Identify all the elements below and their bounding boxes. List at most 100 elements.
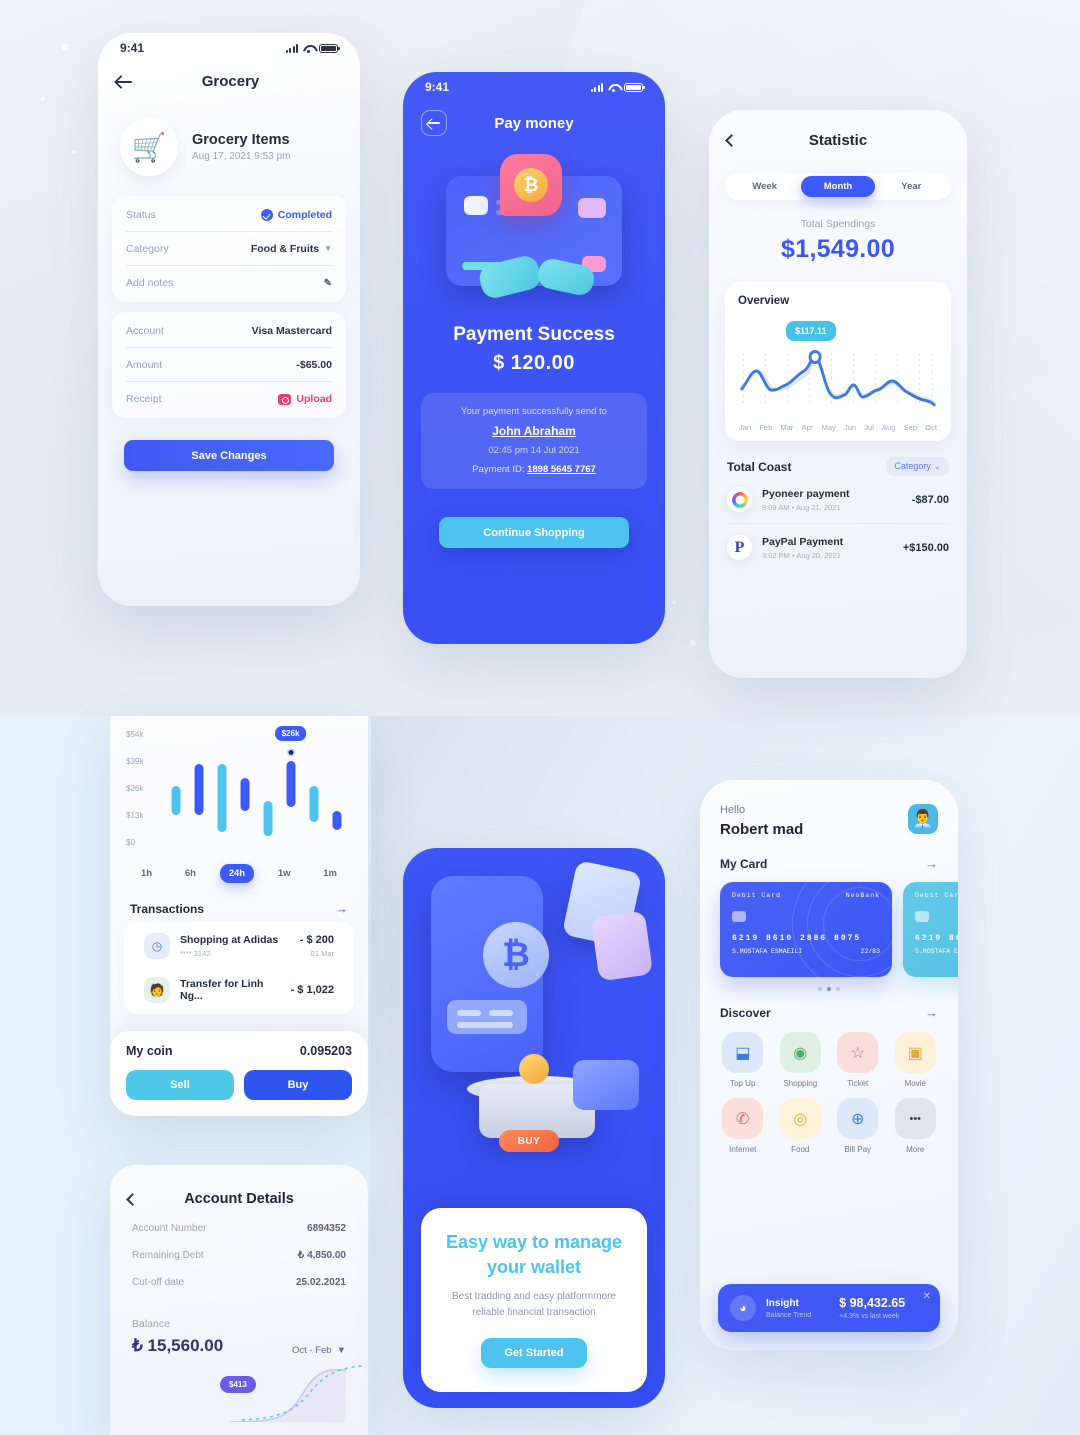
buy-button[interactable]: Buy: [244, 1070, 352, 1100]
chart-x-axis: Jan Feb Mar Apr May Jun Jul Aug Sep Oct: [738, 423, 938, 432]
chevron-down-icon[interactable]: ▼: [324, 244, 332, 253]
table-row[interactable]: P PayPal Payment 3:02 PM • Aug 20, 2021 …: [727, 524, 949, 571]
total-coast-header: Total Coast Category ⌄: [727, 457, 949, 476]
upload-link[interactable]: Upload: [296, 393, 332, 405]
discover-item-top-up[interactable]: ⬓ Top Up: [716, 1032, 770, 1088]
discover-item-bill-pay[interactable]: ⊕ Bill Pay: [831, 1098, 885, 1154]
row-receipt[interactable]: Receipt Upload: [126, 382, 332, 416]
row-value: Food & Fruits ▼: [251, 243, 332, 255]
bar-column: [325, 730, 348, 842]
discover-item-internet[interactable]: ✆ Internet: [716, 1098, 770, 1154]
total-spendings-label: Total Spendings: [800, 218, 876, 230]
bank-card[interactable]: Debit Card NeoBank 6219 8610 2886 8075 S…: [720, 882, 892, 977]
range-1m[interactable]: 1m: [314, 864, 346, 883]
list-item[interactable]: ◷ Shopping at Adidas **** 3142 - $ 200 0…: [144, 924, 334, 968]
total-spendings-value: $1,549.00: [781, 235, 895, 263]
navigation-bar: Pay money: [403, 102, 665, 142]
avatar[interactable]: 👨‍💼: [908, 804, 938, 834]
row-add-notes[interactable]: Add notes ✎: [126, 266, 332, 300]
row-cutoff-date: Cut-off date 25.02.2021: [110, 1269, 368, 1296]
bar-column: [164, 730, 187, 842]
phone-call-icon: ✆: [722, 1098, 764, 1139]
back-arrow-icon[interactable]: [116, 74, 133, 89]
range-6h[interactable]: 6h: [176, 864, 205, 883]
discover-item-shopping[interactable]: ◉ Shopping: [774, 1032, 828, 1088]
save-changes-button[interactable]: Save Changes: [124, 440, 334, 471]
card-chip-icon: [915, 911, 929, 922]
row-label: Status: [126, 208, 156, 221]
arrow-right-icon[interactable]: →: [925, 1005, 938, 1020]
user-name: Robert mad: [720, 821, 804, 838]
payoneer-ring-icon: [727, 487, 752, 512]
row-account[interactable]: Account Visa Mastercard: [126, 314, 332, 348]
greeting-label: Hello: [720, 804, 746, 816]
category-filter-button[interactable]: Category ⌄: [886, 457, 949, 476]
line-chart-svg: [740, 350, 936, 407]
bar-column-highlighted[interactable]: $26k: [274, 726, 307, 842]
insight-banner[interactable]: ◕ Insight Balance Trend $ 98,432.65 +4.3…: [718, 1284, 940, 1332]
card-chip-icon: [464, 196, 488, 215]
close-icon[interactable]: ✕: [923, 1291, 931, 1302]
discover-title: Discover: [720, 1005, 771, 1020]
pencil-icon[interactable]: ✎: [324, 278, 332, 289]
buy-sell-buttons: Sell Buy: [126, 1070, 352, 1100]
battery-icon: [624, 82, 645, 92]
range-1w[interactable]: 1w: [269, 864, 300, 883]
list-item[interactable]: 🧑 Transfer for Linh Ng... - $ 1,022: [144, 968, 334, 1012]
total-coast-title: Total Coast: [727, 459, 792, 474]
table-row[interactable]: Pyoneer payment 9:09 AM • Aug 21, 2021 -…: [727, 476, 949, 524]
wifi-icon: [608, 83, 619, 92]
heading-accent: manage: [554, 1232, 623, 1253]
tab-year[interactable]: Year: [875, 176, 948, 197]
card-number: 6219 86: [915, 934, 958, 943]
decor-dot: [690, 640, 696, 646]
card-carousel[interactable]: Debit Card NeoBank 6219 8610 2886 8075 S…: [720, 882, 958, 977]
transaction-name: PayPal Payment: [762, 535, 844, 548]
discover-item-food[interactable]: ◎ Food: [774, 1098, 828, 1154]
star-ticket-icon: ☆: [837, 1032, 879, 1073]
recipient-name: John Abraham: [492, 424, 576, 438]
sell-button[interactable]: Sell: [126, 1070, 234, 1100]
row-category[interactable]: Category Food & Fruits ▼: [126, 232, 332, 266]
bar-column: [210, 730, 233, 842]
bar-handle[interactable]: [286, 748, 295, 757]
continue-shopping-button[interactable]: Continue Shopping: [439, 517, 629, 548]
wallet-icon: ⬓: [722, 1032, 764, 1073]
bar-column: [187, 730, 210, 842]
row-status[interactable]: Status Completed: [126, 198, 332, 232]
heading-part-2: your wallet: [486, 1256, 582, 1277]
arrow-right-icon[interactable]: →: [925, 856, 938, 871]
wallet-illustration: ₿ BUY: [403, 858, 665, 1168]
range-24h[interactable]: 24h: [219, 864, 255, 883]
row-value: Upload: [278, 393, 332, 405]
phone-onboarding: ₿ BUY Easy way to manage your wallet Bes…: [403, 848, 665, 1408]
row-remaining-debt: Remaining Debt ₺ 4,850.00: [110, 1242, 368, 1269]
row-label: Remaining Debt: [132, 1250, 204, 1261]
phone-illustration: ₿: [431, 876, 549, 1072]
x-tick: Feb: [759, 423, 773, 432]
get-started-button[interactable]: Get Started: [481, 1338, 587, 1368]
shopping-bag-icon: ◉: [779, 1032, 821, 1073]
discover-item-more[interactable]: ••• More: [889, 1098, 943, 1154]
payment-id-label: Payment ID:: [472, 464, 525, 475]
bank-card[interactable]: Debit Card 6219 86 S.MOSTAFA E: [903, 882, 958, 977]
payment-datetime: 02:45 pm 14 Jul 2021: [488, 445, 580, 456]
bar-column: [233, 730, 256, 842]
decor-dot: [72, 150, 76, 154]
arrow-right-icon[interactable]: →: [335, 901, 348, 916]
discover-item-movie[interactable]: ▣ Movie: [889, 1032, 943, 1088]
card-type: Debit Card: [732, 892, 782, 899]
payment-receipt-box: Your payment successfully send to John A…: [421, 393, 647, 489]
balance-label: Balance: [132, 1318, 170, 1330]
balance-range-select[interactable]: Oct - Feb ▼: [292, 1345, 346, 1356]
card-accent: [578, 198, 606, 218]
food-icon: ◎: [779, 1098, 821, 1139]
phone-statistic: Statistic Week Month Year Total Spending…: [709, 110, 967, 678]
insight-delta: +4.3% vs last week: [839, 1313, 900, 1320]
tab-month[interactable]: Month: [801, 176, 875, 197]
row-value: 25.02.2021: [295, 1277, 346, 1288]
phone-account-details: Account Details Account Number 6894352 R…: [110, 1165, 368, 1435]
tab-week[interactable]: Week: [728, 176, 801, 197]
range-1h[interactable]: 1h: [132, 864, 161, 883]
discover-item-ticket[interactable]: ☆ Ticket: [831, 1032, 885, 1088]
